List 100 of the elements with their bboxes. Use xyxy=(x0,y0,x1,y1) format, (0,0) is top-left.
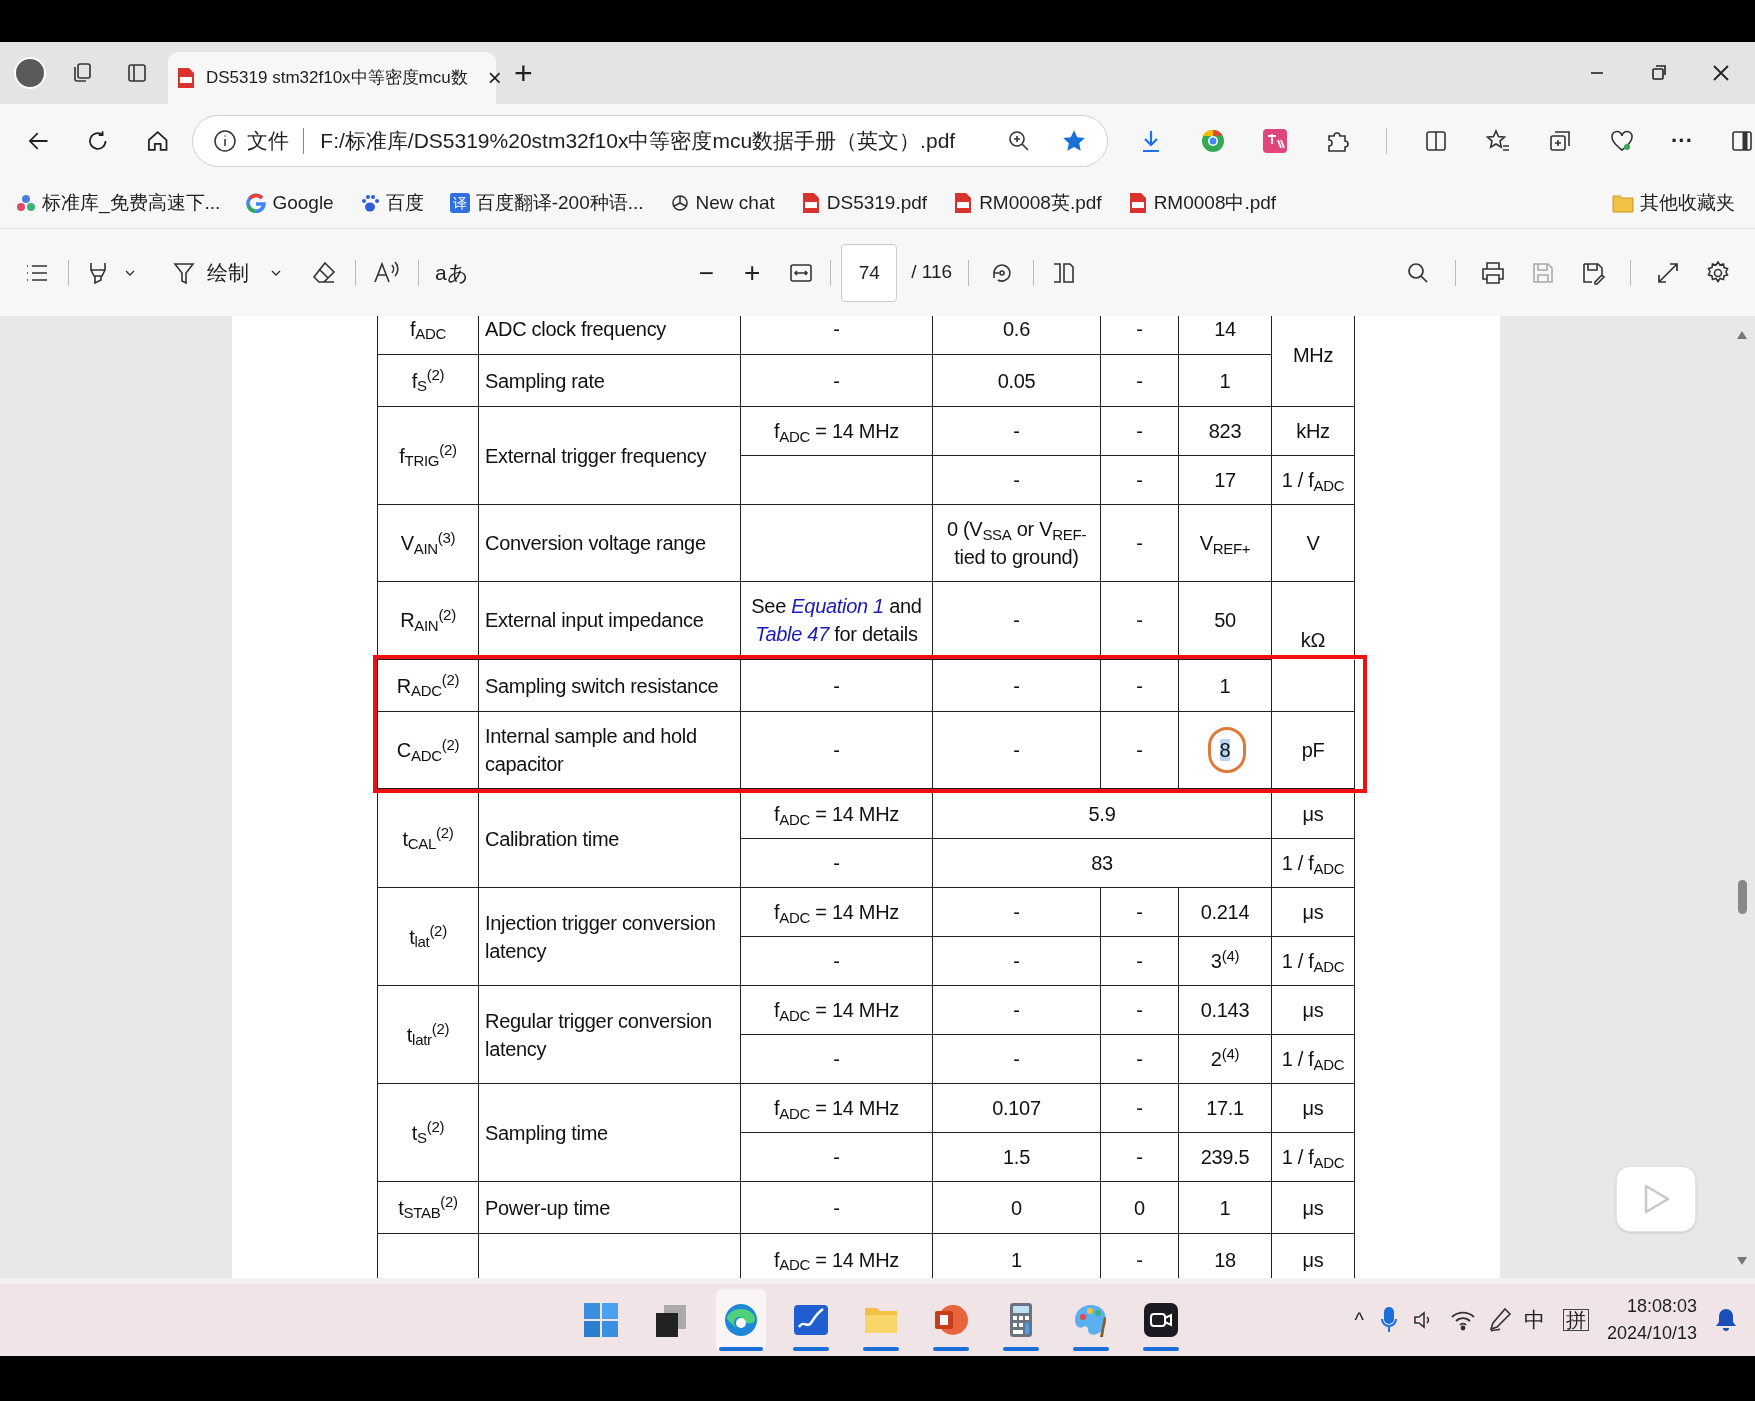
extension-icon[interactable] xyxy=(1200,128,1226,154)
table-cell: kHz xyxy=(1271,406,1355,456)
table-cell: - xyxy=(932,711,1101,789)
zoom-out-button[interactable]: − xyxy=(698,259,714,286)
table-cell: - xyxy=(1100,985,1179,1035)
bookmark[interactable]: 译 百度翻译-200种语... xyxy=(449,188,644,218)
table-cell: pF xyxy=(1271,711,1355,789)
pdf-icon xyxy=(1127,192,1148,214)
table-cell: f$_{ADC}$ = 14 MHz xyxy=(740,406,933,456)
draw-label[interactable]: 绘制 xyxy=(207,256,249,289)
pdf-icon xyxy=(800,192,821,214)
table-cell: 0.214 xyxy=(1178,887,1272,937)
table-cell: f$_{ADC}$ xyxy=(377,316,479,355)
table-cell: - xyxy=(932,455,1101,505)
address-bar[interactable]: 文件 F:/标准库/DS5319%20stm32f10x中等密度mcu数据手册（英文）.pdf xyxy=(192,115,1108,167)
bookmark[interactable]: RM0008英.pdf xyxy=(953,188,1102,218)
tray-overflow-button[interactable]: ^ xyxy=(1354,1305,1364,1335)
table-cell: 239.5 xyxy=(1178,1132,1272,1182)
table-cell: - xyxy=(1100,504,1179,582)
table-cell: - xyxy=(932,659,1101,712)
microphone-icon[interactable] xyxy=(1379,1306,1398,1334)
table-cell: μs xyxy=(1271,1083,1355,1133)
table-cell: 1 / f$_{ADC}$ xyxy=(1271,1132,1355,1182)
table-cell: μs xyxy=(1271,887,1355,937)
bookmark-label: RM0008英.pdf xyxy=(979,190,1102,215)
bookmark[interactable]: Google xyxy=(246,188,334,218)
browser-icon xyxy=(722,1301,760,1339)
new-tab-button[interactable]: + xyxy=(514,57,533,89)
tab-actions-icon[interactable] xyxy=(126,62,148,84)
scroll-down-icon[interactable] xyxy=(1736,1256,1748,1266)
bookmark-label: 其他收藏夹 xyxy=(1640,190,1735,215)
bookmark-label: 百度翻译-200种语... xyxy=(475,190,644,215)
profile-avatar[interactable] xyxy=(14,57,46,89)
bookmark[interactable]: 标准库_免费高速下... xyxy=(16,188,221,218)
reference-link[interactable]: Equation 1 xyxy=(791,595,884,617)
translate-extension-icon[interactable] xyxy=(1262,128,1288,154)
split-screen-icon[interactable] xyxy=(1423,128,1449,154)
table-cell: μs xyxy=(1271,985,1355,1035)
zoom-icon[interactable] xyxy=(1007,129,1031,153)
table-cell: - xyxy=(740,354,933,407)
table-cell: ADC clock frequency xyxy=(478,316,741,355)
scroll-up-icon[interactable] xyxy=(1736,330,1748,340)
camera-icon xyxy=(1142,1301,1180,1339)
pen-icon[interactable] xyxy=(1487,1307,1512,1333)
bookmark-label: RM0008中.pdf xyxy=(1153,190,1277,215)
bookmark-icon: 译 xyxy=(449,193,470,213)
table-cell: 17 xyxy=(1178,455,1272,505)
collections-icon[interactable] xyxy=(1547,128,1573,154)
sidebar-icon[interactable] xyxy=(1729,128,1755,154)
scrollbar-thumb[interactable] xyxy=(1737,880,1747,914)
site-label: 文件 xyxy=(247,128,290,155)
table-cell: - xyxy=(1100,1132,1179,1182)
star-icon[interactable] xyxy=(1061,128,1087,154)
table-cell: 0 xyxy=(932,1181,1101,1234)
chat-logo-icon xyxy=(669,193,690,213)
table-cell: MHz xyxy=(1271,316,1355,407)
eraser-icon[interactable] xyxy=(311,259,337,286)
table-cell: 0.143 xyxy=(1178,985,1272,1035)
bookmark-label: New chat xyxy=(695,190,775,215)
table-cell: 14 xyxy=(1178,316,1272,355)
table-cell: - xyxy=(740,838,933,888)
table-cell: 0 xyxy=(1100,1181,1179,1234)
table-cell: - xyxy=(932,936,1101,986)
bookmark[interactable]: New chat xyxy=(669,188,775,218)
table-cell: Power-up time xyxy=(478,1181,741,1234)
info-icon[interactable] xyxy=(213,129,238,153)
table-cell: - xyxy=(932,985,1101,1035)
table-cell: 823 xyxy=(1178,406,1272,456)
input-method-indicator[interactable]: 拼 xyxy=(1562,1309,1589,1331)
table-cell: - xyxy=(932,406,1101,456)
table-cell: - xyxy=(740,711,933,789)
highlighted-value: 8 xyxy=(1219,739,1231,761)
table-cell: 0.107 xyxy=(932,1083,1101,1133)
table-cell: V xyxy=(1271,504,1355,582)
table-cell: Sampling time xyxy=(478,1083,741,1182)
page-number-field[interactable]: 74 xyxy=(841,243,898,302)
notification-icon[interactable] xyxy=(1715,1307,1737,1333)
zoom-in-button[interactable]: + xyxy=(743,258,761,287)
table-cell: Sampling switch resistance xyxy=(478,659,741,712)
start-icon xyxy=(582,1301,620,1339)
table-cell: 1 xyxy=(1178,659,1272,712)
table-cell: 1.5 xyxy=(932,1132,1101,1182)
more-button[interactable]: ··· xyxy=(1671,130,1693,152)
bookmark[interactable]: 百度 xyxy=(359,188,424,218)
bookmark[interactable]: RM0008中.pdf xyxy=(1127,188,1277,218)
favorites-icon[interactable] xyxy=(1485,128,1511,154)
heart-icon[interactable] xyxy=(1609,128,1635,154)
print-icon[interactable] xyxy=(1480,259,1506,286)
translate-button[interactable]: aあ xyxy=(435,256,469,289)
table-cell: Internal sample and hold capacitor xyxy=(478,711,741,789)
table-cell: 83 xyxy=(932,838,1272,888)
clock-time: 18:08:03 xyxy=(1626,1295,1697,1318)
input-mode-indicator[interactable]: 中 xyxy=(1523,1304,1545,1336)
bookmark-folder[interactable]: 其他收藏夹 xyxy=(1612,188,1735,218)
reference-link[interactable]: Table 47 xyxy=(755,623,829,645)
paw-icon xyxy=(359,193,380,213)
table-cell: μs xyxy=(1271,1181,1355,1234)
bookmark[interactable]: DS5319.pdf xyxy=(800,188,928,218)
clock[interactable]: 18:08:03 2024/10/13 xyxy=(1606,1293,1697,1347)
table-cell: Injection trigger conversion latency xyxy=(478,887,741,986)
